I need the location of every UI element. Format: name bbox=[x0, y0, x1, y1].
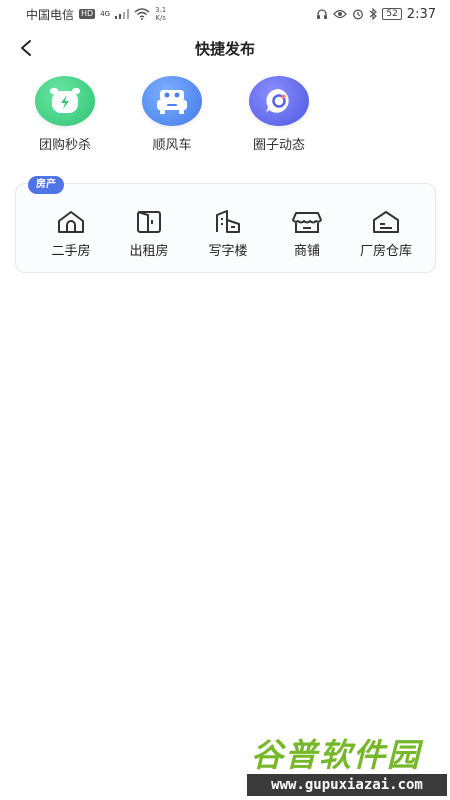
house-icon bbox=[58, 211, 84, 233]
property-item-label: 写字楼 bbox=[208, 244, 248, 259]
bluetooth-icon bbox=[369, 8, 378, 20]
status-bar: 中国电信 HD 4G 3.1 K/s 52 2:37 bbox=[0, 0, 450, 28]
house-icon-wrap bbox=[55, 208, 87, 236]
property-item-rental[interactable]: 出租房 bbox=[109, 208, 189, 259]
status-time: 2:37 bbox=[406, 6, 436, 22]
quick-action-label: 顺风车 bbox=[152, 138, 192, 153]
group-buy-icon-badge bbox=[35, 76, 95, 126]
shop-icon-wrap bbox=[291, 208, 323, 236]
speed-unit: K/s bbox=[155, 14, 166, 22]
watermark-brand: 谷普软件园 bbox=[251, 736, 422, 774]
network-speed: 3.1 K/s bbox=[155, 6, 166, 22]
door-icon bbox=[137, 211, 161, 233]
status-left: 中国电信 HD 4G 3.1 K/s bbox=[26, 6, 166, 23]
network-type: 4G bbox=[100, 9, 111, 18]
property-item-label: 出租房 bbox=[129, 244, 169, 259]
battery-indicator: 52 bbox=[382, 8, 402, 20]
status-right: 52 2:37 bbox=[316, 7, 436, 22]
property-item-warehouse[interactable]: 厂房仓库 bbox=[346, 208, 426, 259]
property-item-second-hand-house[interactable]: 二手房 bbox=[31, 208, 111, 259]
door-icon-wrap bbox=[133, 208, 165, 236]
shop-icon bbox=[292, 212, 322, 233]
alarm-icon bbox=[353, 9, 364, 20]
speed-value: 3.1 bbox=[155, 6, 167, 14]
eye-icon bbox=[333, 9, 348, 19]
property-item-label: 商铺 bbox=[293, 244, 320, 259]
property-tag: 房产 bbox=[28, 176, 64, 194]
warehouse-icon bbox=[373, 211, 399, 233]
headset-icon bbox=[317, 9, 328, 19]
quick-action-carpool[interactable]: 顺风车 bbox=[132, 76, 212, 153]
property-item-shop[interactable]: 商铺 bbox=[267, 208, 347, 259]
hd-badge: HD bbox=[79, 9, 96, 19]
quick-actions: 团购秒杀 顺风车 圈子动态 bbox=[0, 76, 450, 156]
carpool-icon-badge bbox=[142, 76, 202, 126]
warehouse-icon-wrap bbox=[370, 208, 402, 236]
carrier-name: 中国电信 bbox=[26, 7, 75, 22]
office-building-icon bbox=[216, 210, 240, 233]
chat-bubble-icon bbox=[266, 88, 289, 113]
property-item-label: 厂房仓库 bbox=[359, 244, 412, 259]
header: 快捷发布 bbox=[0, 30, 450, 66]
watermark-url: www.gupuxiazai.com bbox=[247, 774, 447, 796]
car-icon bbox=[157, 90, 187, 114]
watermark: 谷普软件园 www.gupuxiazai.com bbox=[247, 730, 447, 798]
alarm-clock-icon bbox=[50, 88, 80, 113]
property-item-office[interactable]: 写字楼 bbox=[188, 208, 268, 259]
quick-action-circle-feed[interactable]: 圈子动态 bbox=[239, 76, 319, 153]
quick-action-group-buy[interactable]: 团购秒杀 bbox=[25, 76, 105, 153]
wifi-icon bbox=[134, 8, 150, 20]
quick-action-label: 团购秒杀 bbox=[38, 138, 91, 153]
quick-action-label: 圈子动态 bbox=[252, 138, 305, 153]
office-building-icon-wrap bbox=[212, 208, 244, 236]
page-title: 快捷发布 bbox=[194, 40, 255, 58]
circle-feed-icon-badge bbox=[249, 76, 309, 126]
property-item-label: 二手房 bbox=[51, 244, 91, 259]
signal-icon bbox=[115, 9, 130, 19]
